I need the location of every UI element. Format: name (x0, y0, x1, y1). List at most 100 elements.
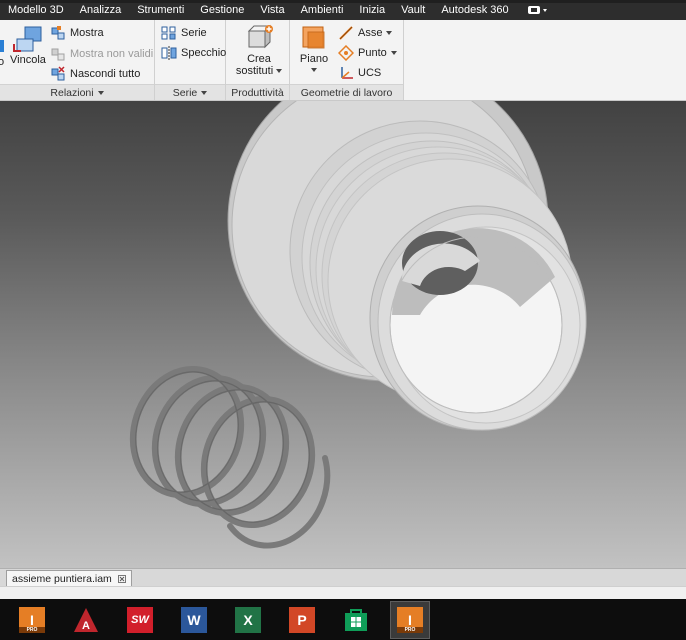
solidworks-icon[interactable]: SW (120, 601, 160, 639)
geometrie-footer-label: Geometrie di lavoro (300, 86, 393, 99)
menu-bar: Modello 3D Analizza Strumenti Gestione V… (0, 0, 686, 20)
serie-chevron-down-icon (201, 90, 208, 95)
relazioni-chevron-down-icon (97, 90, 104, 95)
graphics-viewport[interactable] (0, 101, 686, 568)
word-letter: W (187, 611, 201, 628)
geometrie-panel-footer: Geometrie di lavoro (290, 84, 403, 100)
vincola-button[interactable]: Vincola (10, 24, 46, 66)
vincola-label: Vincola (10, 54, 46, 66)
assembly-model-canvas (129, 101, 587, 549)
word-icon[interactable]: W (174, 601, 214, 639)
produttivita-panel-footer: Produttività (226, 84, 289, 100)
windows-store-icon[interactable] (336, 601, 376, 639)
solidworks-tile: SW (127, 606, 153, 633)
crea-label: Crea (247, 53, 271, 65)
autocad-logo-icon: A (74, 607, 98, 632)
mostra-non-validi-icon (51, 48, 65, 61)
menu-inizia[interactable]: Inizia (351, 0, 393, 20)
inventor-pro-active-icon[interactable]: I PRO (390, 600, 430, 639)
nascondi-tutto-button[interactable]: Nascondi tutto (50, 65, 140, 83)
mostra-icon (51, 26, 65, 40)
punto-point-icon (338, 45, 354, 61)
piano-button[interactable]: Piano (294, 23, 334, 72)
ribbon-display-toggle[interactable] (521, 5, 555, 15)
status-bar (0, 586, 686, 599)
menu-analizza[interactable]: Analizza (72, 0, 130, 20)
piano-label: Piano (299, 53, 329, 65)
windows-taskbar: I PRO A SW W X P I PRO (0, 599, 686, 640)
serie-label: Serie (181, 27, 207, 39)
punto-button[interactable]: Punto (338, 44, 397, 62)
panel-relazioni: o Vincola Mostra Mostra non validi Nasco… (0, 20, 155, 100)
ucs-label: UCS (358, 67, 382, 79)
asse-button[interactable]: Asse (338, 24, 393, 42)
crea-chevron-down-icon (276, 69, 283, 73)
asse-axis-icon (339, 26, 353, 40)
punto-label: Punto (358, 47, 387, 59)
ribbon-toggle-icon (527, 6, 547, 14)
menu-ambienti[interactable]: Ambienti (293, 0, 352, 20)
serie-panel-footer[interactable]: Serie (155, 84, 225, 100)
menu-autodesk-360[interactable]: Autodesk 360 (433, 0, 516, 20)
mostra-non-validi-button[interactable]: Mostra non validi (50, 45, 153, 63)
piano-plane-icon (302, 26, 325, 49)
punto-chevron-down-icon (390, 51, 397, 55)
vincola-icon (13, 26, 42, 52)
inventor-active-letter: I (408, 611, 412, 628)
mostra-label: Mostra (70, 27, 104, 39)
asse-chevron-down-icon (386, 31, 393, 35)
panel-produttivita: Crea sostituti Produttività (226, 20, 290, 100)
powerpoint-tile: P (289, 606, 315, 633)
menu-vista[interactable]: Vista (252, 0, 292, 20)
inventor-active-tile: I PRO (397, 606, 423, 633)
cut-off-button[interactable]: o (0, 36, 6, 68)
specchio-mirror-icon (161, 46, 177, 60)
inventor-letter: I (30, 611, 34, 628)
powerpoint-icon[interactable]: P (282, 601, 322, 639)
cut-off-icon (0, 40, 4, 52)
excel-letter: X (243, 611, 253, 628)
document-tab[interactable]: assieme puntiera.iam (6, 570, 132, 586)
menu-vault[interactable]: Vault (393, 0, 433, 20)
sostituti-row: sostituti (235, 65, 283, 77)
powerpoint-letter: P (297, 611, 307, 628)
mostra-button[interactable]: Mostra (50, 24, 104, 42)
specchio-button[interactable]: Specchio (161, 44, 226, 62)
menu-gestione[interactable]: Gestione (192, 0, 252, 20)
word-tile: W (181, 606, 207, 633)
relazioni-footer-label: Relazioni (50, 86, 94, 99)
ucs-button[interactable]: UCS (338, 64, 381, 82)
sostituti-label: sostituti (235, 65, 274, 77)
crea-sostituti-button[interactable]: Crea sostituti (232, 23, 286, 77)
nascondi-tutto-icon (51, 66, 65, 81)
inventor-pro-icon[interactable]: I PRO (12, 601, 52, 639)
serie-footer-label: Serie (172, 86, 198, 99)
inventor-tile: I PRO (19, 606, 45, 633)
autocad-icon[interactable]: A (66, 601, 106, 639)
ribbon-panels: o Vincola Mostra Mostra non validi Nasco… (0, 20, 404, 100)
piano-chevron-down-icon (311, 68, 317, 72)
excel-tile: X (235, 606, 261, 633)
mostra-non-validi-label: Mostra non validi (70, 48, 154, 60)
ribbon-empty-area (404, 20, 686, 100)
pulley-part[interactable] (227, 101, 587, 431)
document-tab-bar: assieme puntiera.iam (0, 568, 686, 586)
title-bar-strip (0, 0, 686, 3)
serie-button[interactable]: Serie (161, 24, 207, 42)
close-tab-icon[interactable] (117, 574, 126, 583)
inventor-badge: PRO (19, 626, 45, 633)
store-bag-icon (345, 608, 367, 631)
menu-modello-3d[interactable]: Modello 3D (0, 0, 72, 20)
ucs-coordinate-icon (341, 67, 353, 79)
serie-pattern-icon (161, 26, 176, 40)
autocad-letter: A (82, 620, 90, 632)
excel-icon[interactable]: X (228, 601, 268, 639)
solidworks-letters: SW (131, 613, 149, 626)
nascondi-tutto-label: Nascondi tutto (70, 68, 141, 80)
specchio-label: Specchio (181, 47, 227, 59)
relazioni-panel-footer[interactable]: Relazioni (0, 84, 154, 100)
panel-geometrie-di-lavoro: Piano Asse Punto UCS Geometrie di lavoro (290, 20, 404, 100)
inventor-active-badge: PRO (397, 626, 423, 633)
asse-label: Asse (358, 27, 383, 39)
menu-strumenti[interactable]: Strumenti (129, 0, 192, 20)
